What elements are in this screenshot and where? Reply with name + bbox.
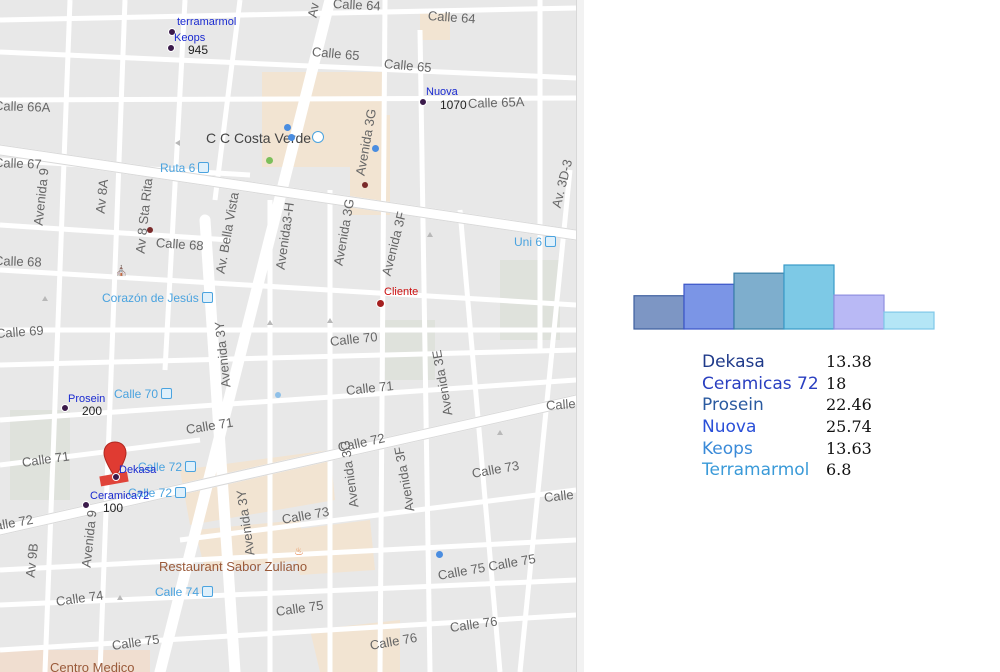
legend-name: Dekasa bbox=[702, 352, 765, 372]
bus-icon bbox=[202, 586, 214, 597]
park-pin-icon bbox=[266, 157, 273, 164]
map-view[interactable]: Calle 64 Calle 64 Calle 65 Calle 65 Call… bbox=[0, 0, 576, 672]
bus-icon bbox=[201, 292, 213, 303]
legend-name: Keops bbox=[702, 438, 753, 459]
transit-stop-uni-6[interactable]: Uni 6 bbox=[514, 235, 557, 249]
bar-dekasa bbox=[633, 295, 685, 330]
bus-icon bbox=[175, 487, 187, 498]
street-label: Calle bbox=[545, 395, 576, 413]
street-label: Calle 68 bbox=[0, 253, 42, 270]
place-label-mall[interactable]: C C Costa Verde bbox=[206, 130, 311, 146]
client-marker-dot[interactable] bbox=[376, 299, 385, 308]
transit-label: Calle 70 bbox=[114, 387, 159, 401]
transit-stop-ruta-6[interactable]: Ruta 6 bbox=[160, 161, 210, 175]
place-pin-icon bbox=[436, 551, 443, 558]
church-icon: ⛪ bbox=[115, 266, 128, 277]
legend-name: Ceramicas 72 bbox=[702, 373, 819, 394]
client-marker-label[interactable]: Cliente bbox=[384, 286, 418, 298]
store-marker-dot[interactable] bbox=[419, 98, 427, 106]
place-pin-icon bbox=[362, 182, 368, 188]
transit-label: Uni 6 bbox=[514, 235, 543, 249]
shopping-icon bbox=[312, 131, 324, 143]
place-pin-icon bbox=[284, 124, 291, 131]
street-label: Calle 65A bbox=[467, 94, 525, 111]
restaurant-icon: ♨ bbox=[294, 546, 304, 558]
place-label-medical[interactable]: Centro Medico bbox=[50, 660, 135, 672]
bus-icon bbox=[545, 236, 557, 247]
place-pin-icon bbox=[288, 134, 295, 141]
place-label-restaurant[interactable]: Restaurant Sabor Zuliano bbox=[159, 559, 307, 574]
bus-icon bbox=[185, 461, 197, 472]
bar-ceramicas-72 bbox=[683, 283, 735, 330]
store-marker-value: 945 bbox=[188, 43, 209, 57]
transit-label: Ruta 6 bbox=[160, 161, 196, 175]
transit-label: Calle 74 bbox=[155, 585, 200, 599]
store-marker-dot[interactable] bbox=[82, 501, 90, 509]
transit-stop-corazon-jesus[interactable]: Corazón de Jesús bbox=[102, 291, 213, 305]
store-marker-value: 1070 bbox=[440, 98, 467, 112]
street-label: Calle bbox=[543, 486, 575, 505]
panel-divider[interactable] bbox=[576, 0, 584, 672]
bar-keops bbox=[833, 294, 885, 330]
legend-value: 13.63 bbox=[826, 438, 872, 458]
store-marker-value: 200 bbox=[82, 404, 103, 418]
legend-value: 6.8 bbox=[826, 460, 852, 480]
legend-value: 22.46 bbox=[826, 395, 872, 415]
bar-chart bbox=[633, 264, 935, 330]
store-marker-dot[interactable] bbox=[61, 404, 69, 412]
bar-nuova bbox=[783, 264, 835, 330]
legend-value: 18 bbox=[826, 373, 847, 393]
store-marker-value: 100 bbox=[103, 501, 124, 515]
street-label: Av bbox=[304, 1, 322, 19]
transit-stop-calle-74[interactable]: Calle 74 bbox=[155, 585, 214, 599]
store-marker-name[interactable]: terramarmol bbox=[177, 16, 236, 28]
place-pin-icon bbox=[275, 392, 281, 398]
legend-value: 13.38 bbox=[826, 352, 872, 371]
bus-icon bbox=[198, 162, 210, 173]
street-label: Calle 66A bbox=[0, 98, 51, 115]
bar-prosein bbox=[733, 272, 785, 330]
legend-name: Terramarmol bbox=[702, 460, 810, 481]
store-marker-name[interactable]: Dekasa bbox=[119, 464, 156, 476]
place-pin-icon bbox=[147, 227, 153, 233]
place-pin-icon bbox=[372, 145, 379, 152]
transit-stop-calle-70[interactable]: Calle 70 bbox=[114, 387, 173, 401]
legend-value: 25.74 bbox=[826, 417, 872, 437]
bar-terramarmol bbox=[883, 311, 935, 330]
store-marker-dot[interactable] bbox=[167, 44, 175, 52]
legend-name: Nuova bbox=[702, 417, 757, 438]
transit-label: Corazón de Jesús bbox=[102, 291, 199, 305]
legend-name: Prosein bbox=[702, 395, 764, 416]
bus-icon bbox=[161, 388, 173, 399]
store-marker-name[interactable]: Nuova bbox=[426, 86, 458, 98]
